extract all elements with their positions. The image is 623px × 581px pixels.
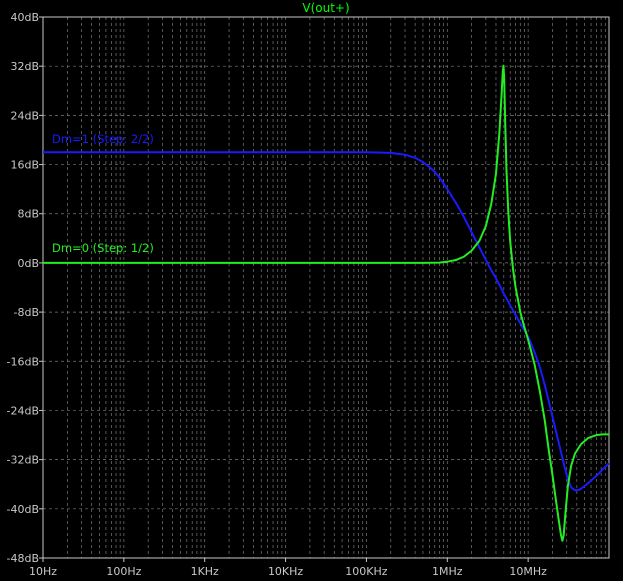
x-tick-label: 100KHz	[345, 565, 387, 578]
legend-label-2: Dm=0 (Step: 1/2)	[52, 241, 154, 255]
plot-background	[0, 0, 623, 581]
chart-title: V(out+)	[302, 1, 349, 15]
y-tick-label: 16dB	[10, 159, 39, 172]
x-tick-label: 1KHz	[191, 565, 219, 578]
y-tick-label: 40dB	[10, 11, 39, 24]
x-tick-label: 100Hz	[106, 565, 141, 578]
x-tick-label: 10KHz	[268, 565, 303, 578]
y-tick-label: -40dB	[7, 503, 40, 516]
legend-label-1: Dm=1 (Step: 2/2)	[52, 132, 154, 146]
y-tick-label: -16dB	[7, 355, 40, 368]
x-tick-label: 10MHz	[509, 565, 547, 578]
y-tick-label: 32dB	[10, 60, 39, 73]
y-tick-label: -32dB	[7, 454, 40, 467]
y-tick-label: -8dB	[14, 306, 40, 319]
y-tick-label: 8dB	[17, 208, 39, 221]
x-tick-label: 1MHz	[432, 565, 463, 578]
y-tick-label: 0dB	[17, 257, 39, 270]
y-tick-label: 24dB	[10, 109, 39, 122]
x-tick-label: 10Hz	[29, 565, 57, 578]
bode-plot: V(out+) 40dB 32dB 24dB 16dB 8dB 0dB -8dB -16dB -…	[0, 0, 623, 581]
y-tick-label: -48dB	[7, 552, 40, 565]
y-tick-label: -24dB	[7, 404, 40, 417]
